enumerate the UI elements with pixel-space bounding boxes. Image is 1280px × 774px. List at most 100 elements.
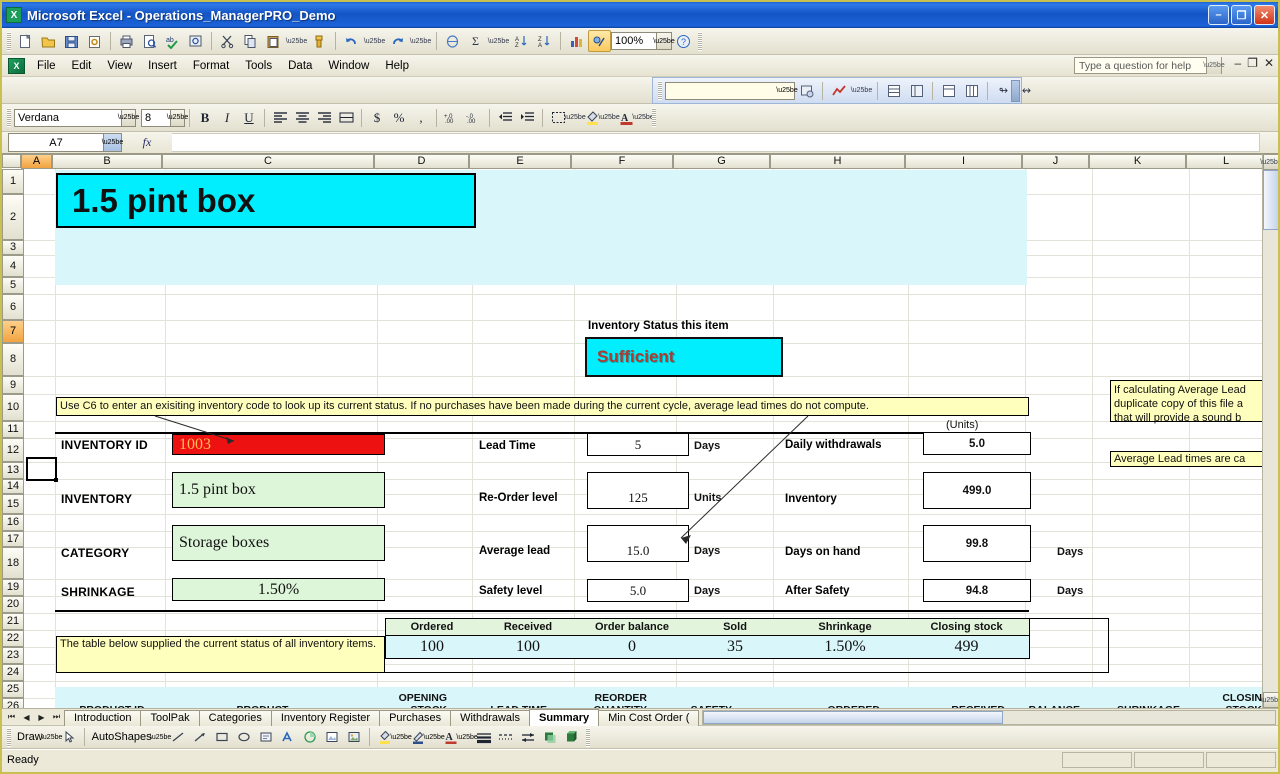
chevron-down-icon[interactable]: \u25be <box>776 83 797 99</box>
row-header-1[interactable]: 1 <box>2 169 24 194</box>
line-color-dropdown-icon[interactable]: \u25be <box>423 727 444 747</box>
align-right-icon[interactable] <box>313 107 335 129</box>
autosum-icon[interactable]: Σ <box>464 30 487 52</box>
dash-style-icon[interactable] <box>495 727 517 747</box>
row-header-17[interactable]: 17 <box>2 531 24 547</box>
column-header-J[interactable]: J <box>1022 154 1089 169</box>
clip-art-icon[interactable] <box>321 727 343 747</box>
copy-icon[interactable] <box>239 30 262 52</box>
row-header-3[interactable]: 3 <box>2 240 24 255</box>
column-header-L[interactable]: L <box>1186 154 1266 169</box>
menu-tools[interactable]: Tools <box>237 58 280 74</box>
toolbar-grip[interactable] <box>658 81 662 100</box>
toolbar-overflow-grip[interactable] <box>698 31 702 51</box>
row-header-15[interactable]: 15 <box>2 494 24 514</box>
menu-insert[interactable]: Insert <box>140 58 185 74</box>
menu-format[interactable]: Format <box>185 58 237 74</box>
row-header-16[interactable]: 16 <box>2 514 24 531</box>
row-header-14[interactable]: 14 <box>2 479 24 494</box>
column-header-F[interactable]: F <box>571 154 673 169</box>
merge-and-center-icon[interactable] <box>335 107 357 129</box>
ask-a-question-box[interactable]: Type a question for help \u25be <box>1074 57 1225 74</box>
menu-help[interactable]: Help <box>377 58 417 74</box>
scroll-up-icon[interactable]: \u25b2 <box>1260 154 1278 170</box>
line-icon[interactable] <box>167 727 189 747</box>
toolbar-overflow-grip[interactable] <box>652 108 656 127</box>
italic-button[interactable]: I <box>216 107 238 129</box>
font-name-input[interactable]: Verdana <box>14 108 122 127</box>
fill-color-dropdown-icon[interactable]: \u25be <box>598 107 619 129</box>
toolbar-grip[interactable] <box>7 727 11 747</box>
doc-close-button[interactable]: ✕ <box>1264 57 1274 69</box>
column-header-E[interactable]: E <box>469 154 571 169</box>
font-color-dropdown-icon[interactable]: \u25be <box>456 727 477 747</box>
close-button[interactable]: ✕ <box>1254 5 1275 25</box>
sheet-tab-min-cost-order[interactable]: Min Cost Order ( <box>598 709 700 726</box>
field-settings-icon[interactable] <box>795 80 818 102</box>
arrow-style-icon[interactable] <box>517 727 539 747</box>
zoom-dropdown-icon[interactable]: \u25be <box>653 32 675 50</box>
insert-hyperlink-icon[interactable] <box>441 30 464 52</box>
chart-report-icon[interactable] <box>827 80 850 102</box>
autoshapes-dropdown-icon[interactable]: \u25be <box>150 727 171 747</box>
sheet-tab-purchases[interactable]: Purchases <box>379 709 452 726</box>
percent-button[interactable]: % <box>388 107 410 129</box>
row-header-7[interactable]: 7 <box>2 320 24 343</box>
open-icon[interactable] <box>37 30 60 52</box>
insert-function-icon[interactable]: fx <box>122 135 172 150</box>
menu-file[interactable]: File <box>29 58 64 74</box>
row-header-24[interactable]: 24 <box>2 664 24 681</box>
maximize-button[interactable]: ❐ <box>1231 5 1252 25</box>
menu-view[interactable]: View <box>99 58 140 74</box>
doc-restore-button[interactable]: ❐ <box>1247 57 1258 69</box>
column-header-C[interactable]: C <box>162 154 374 169</box>
diagram-icon[interactable] <box>299 727 321 747</box>
row-header-6[interactable]: 6 <box>2 294 24 320</box>
text-box-icon[interactable] <box>255 727 277 747</box>
tab-nav-prev-icon[interactable]: ◀ <box>19 710 34 725</box>
font-name-dropdown-icon[interactable]: \u25be <box>118 108 139 127</box>
name-box-dropdown-icon[interactable]: \u25be <box>102 133 123 152</box>
chevron-down-icon[interactable]: \u25be <box>1203 57 1225 74</box>
sheet-tab-summary[interactable]: Summary <box>528 708 600 726</box>
column-header-B[interactable]: B <box>52 154 162 169</box>
horizontal-scrollbar[interactable] <box>702 709 1276 725</box>
column-header-G[interactable]: G <box>673 154 770 169</box>
bold-button[interactable]: B <box>194 107 216 129</box>
row-header-19[interactable]: 19 <box>2 579 24 596</box>
font-color-dropdown-icon[interactable]: \u25be <box>632 107 653 129</box>
sheet-tab-inventory-register[interactable]: Inventory Register <box>270 709 381 726</box>
column-header-I[interactable]: I <box>905 154 1022 169</box>
shadow-style-icon[interactable] <box>539 727 561 747</box>
fill-color-dropdown-icon[interactable]: \u25be <box>390 727 411 747</box>
print-icon[interactable] <box>115 30 138 52</box>
vertical-scrollbar[interactable]: \u25b2 \u25bc <box>1260 154 1278 708</box>
align-center-icon[interactable] <box>291 107 313 129</box>
borders-dropdown-icon[interactable]: \u25be <box>564 107 585 129</box>
chevron-down-icon[interactable]: \u25be <box>409 30 432 52</box>
row-header-20[interactable]: 20 <box>2 596 24 613</box>
row-header-18[interactable]: 18 <box>2 547 24 579</box>
column-header-K[interactable]: K <box>1089 154 1186 169</box>
row-header-4[interactable]: 4 <box>2 255 24 277</box>
toolbar-overflow-grip[interactable] <box>585 727 590 747</box>
row-header-13[interactable]: 13 <box>2 462 24 479</box>
column-header-A[interactable]: A <box>21 154 52 169</box>
wordart-icon[interactable] <box>277 727 299 747</box>
font-size-dropdown-icon[interactable]: \u25be <box>167 108 188 127</box>
line-style-icon[interactable] <box>473 727 495 747</box>
column-header-D[interactable]: D <box>374 154 469 169</box>
row-header-23[interactable]: 23 <box>2 647 24 664</box>
sort-descending-icon[interactable]: ZA <box>533 30 556 52</box>
scroll-down-icon[interactable]: \u25bc <box>1260 692 1278 708</box>
row-header-12[interactable]: 12 <box>2 438 24 462</box>
toolbar-grip[interactable] <box>7 108 11 127</box>
refresh-data-icon[interactable] <box>937 80 960 102</box>
chevron-down-icon[interactable]: \u25be <box>285 30 308 52</box>
zoom-input[interactable]: 100% <box>611 32 657 50</box>
currency-button[interactable]: $ <box>366 107 388 129</box>
rectangle-icon[interactable] <box>211 727 233 747</box>
underline-button[interactable]: U <box>238 107 260 129</box>
sheet-tab-toolpak[interactable]: ToolPak <box>140 709 200 726</box>
tab-nav-first-icon[interactable]: ⏮ <box>4 710 19 725</box>
